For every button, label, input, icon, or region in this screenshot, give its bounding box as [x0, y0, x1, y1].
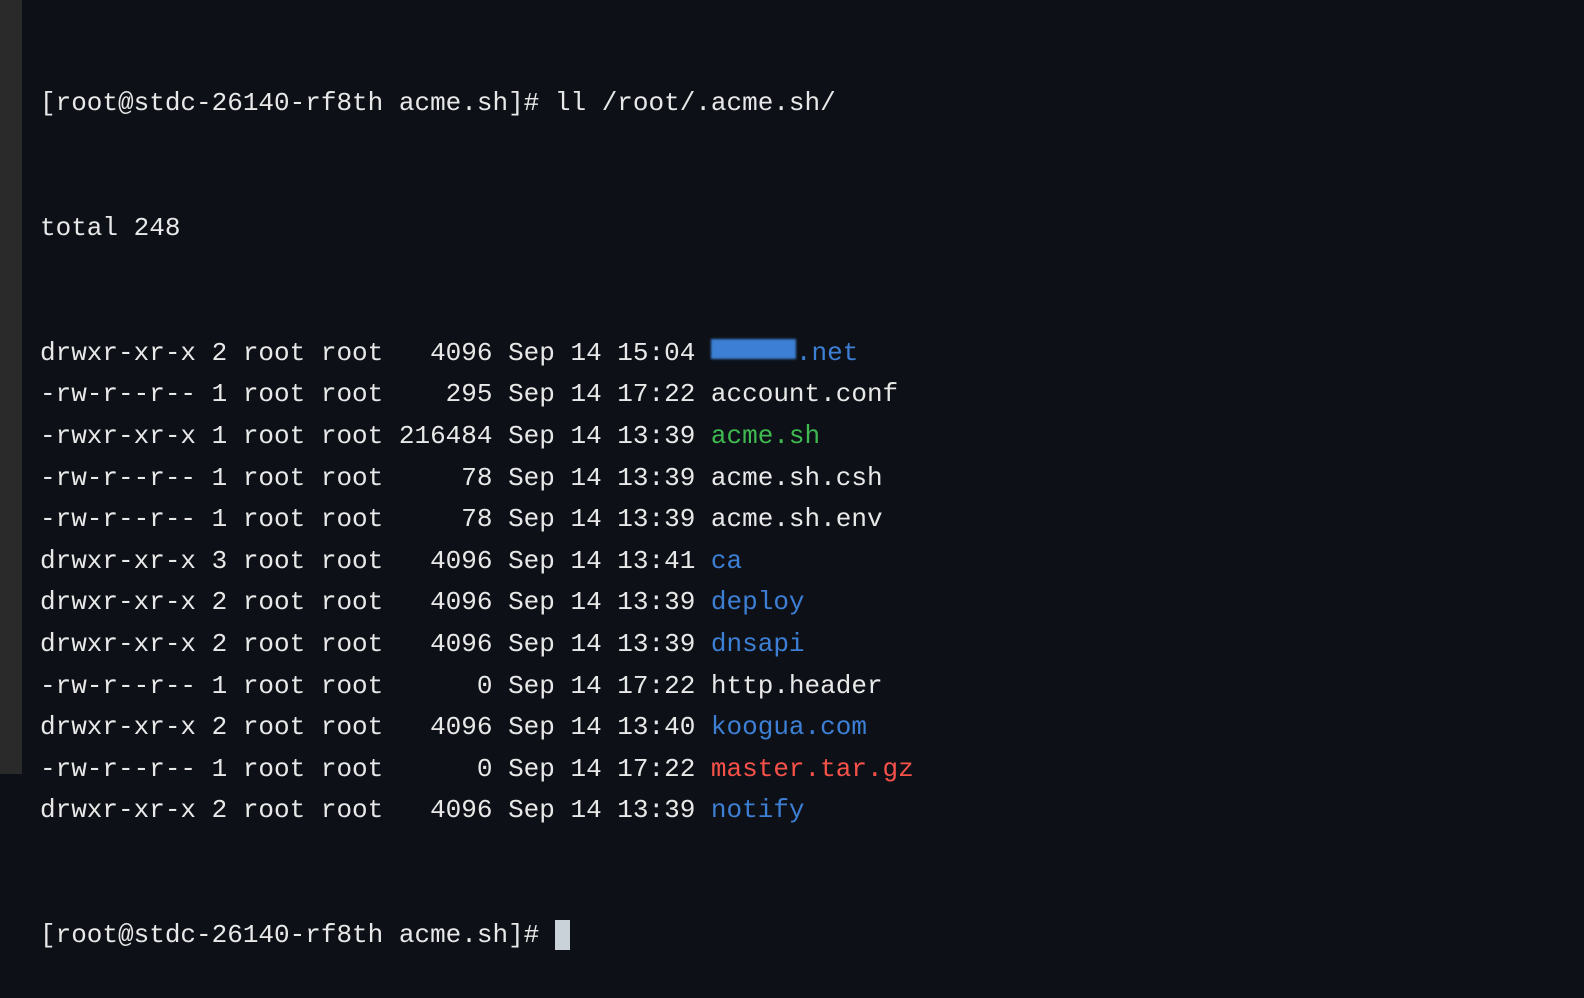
file-name: deploy	[711, 587, 805, 617]
file-row: drwxr-xr-x 2 root root 4096 Sep 14 15:04…	[40, 333, 1584, 375]
prompt-prefix-2: [root@stdc-26140-rf8th acme.sh]#	[40, 920, 555, 950]
file-meta: -rw-r--r-- 1 root root 0 Sep 14 17:22	[40, 671, 711, 701]
file-name: koogua.com	[711, 712, 867, 742]
file-meta: -rw-r--r-- 1 root root 78 Sep 14 13:39	[40, 463, 711, 493]
file-name: master.tar.gz	[711, 754, 914, 784]
file-row: -rw-r--r-- 1 root root 0 Sep 14 17:22 ht…	[40, 666, 1584, 708]
cursor	[555, 920, 570, 950]
file-row: drwxr-xr-x 2 root root 4096 Sep 14 13:40…	[40, 707, 1584, 749]
file-meta: drwxr-xr-x 2 root root 4096 Sep 14 15:04	[40, 338, 711, 368]
file-meta: drwxr-xr-x 2 root root 4096 Sep 14 13:39	[40, 587, 711, 617]
command-text: ll /root/.acme.sh/	[555, 88, 836, 118]
file-meta: -rw-r--r-- 1 root root 0 Sep 14 17:22	[40, 754, 711, 784]
redacted-domain	[711, 339, 796, 359]
file-meta: -rw-r--r-- 1 root root 295 Sep 14 17:22	[40, 379, 711, 409]
file-row: drwxr-xr-x 2 root root 4096 Sep 14 13:39…	[40, 624, 1584, 666]
file-meta: drwxr-xr-x 3 root root 4096 Sep 14 13:41	[40, 546, 711, 576]
file-name: acme.sh	[711, 421, 820, 451]
prompt-prefix: [root@stdc-26140-rf8th acme.sh]#	[40, 88, 555, 118]
file-name: acme.sh.csh	[711, 463, 883, 493]
terminal-output[interactable]: [root@stdc-26140-rf8th acme.sh]# ll /roo…	[0, 0, 1584, 998]
file-meta: drwxr-xr-x 2 root root 4096 Sep 14 13:39	[40, 795, 711, 825]
file-row: -rw-r--r-- 1 root root 0 Sep 14 17:22 ma…	[40, 749, 1584, 791]
file-name: account.conf	[711, 379, 898, 409]
file-name: ca	[711, 546, 742, 576]
file-meta: drwxr-xr-x 2 root root 4096 Sep 14 13:40	[40, 712, 711, 742]
file-row: drwxr-xr-x 2 root root 4096 Sep 14 13:39…	[40, 790, 1584, 832]
file-name: notify	[711, 795, 805, 825]
file-listing: drwxr-xr-x 2 root root 4096 Sep 14 15:04…	[40, 333, 1584, 832]
file-name: dnsapi	[711, 629, 805, 659]
file-row: -rwxr-xr-x 1 root root 216484 Sep 14 13:…	[40, 416, 1584, 458]
file-row: -rw-r--r-- 1 root root 78 Sep 14 13:39 a…	[40, 499, 1584, 541]
file-row: drwxr-xr-x 3 root root 4096 Sep 14 13:41…	[40, 541, 1584, 583]
file-name: .net	[796, 338, 858, 368]
scrollbar-gutter	[0, 0, 22, 774]
file-row: -rw-r--r-- 1 root root 295 Sep 14 17:22 …	[40, 374, 1584, 416]
file-meta: drwxr-xr-x 2 root root 4096 Sep 14 13:39	[40, 629, 711, 659]
file-meta: -rw-r--r-- 1 root root 78 Sep 14 13:39	[40, 504, 711, 534]
prompt-line-1: [root@stdc-26140-rf8th acme.sh]# ll /roo…	[40, 83, 1584, 125]
file-row: drwxr-xr-x 2 root root 4096 Sep 14 13:39…	[40, 582, 1584, 624]
file-name: acme.sh.env	[711, 504, 883, 534]
file-meta: -rwxr-xr-x 1 root root 216484 Sep 14 13:…	[40, 421, 711, 451]
file-name: http.header	[711, 671, 883, 701]
prompt-line-2: [root@stdc-26140-rf8th acme.sh]#	[40, 915, 1584, 957]
total-line: total 248	[40, 208, 1584, 250]
file-row: -rw-r--r-- 1 root root 78 Sep 14 13:39 a…	[40, 458, 1584, 500]
